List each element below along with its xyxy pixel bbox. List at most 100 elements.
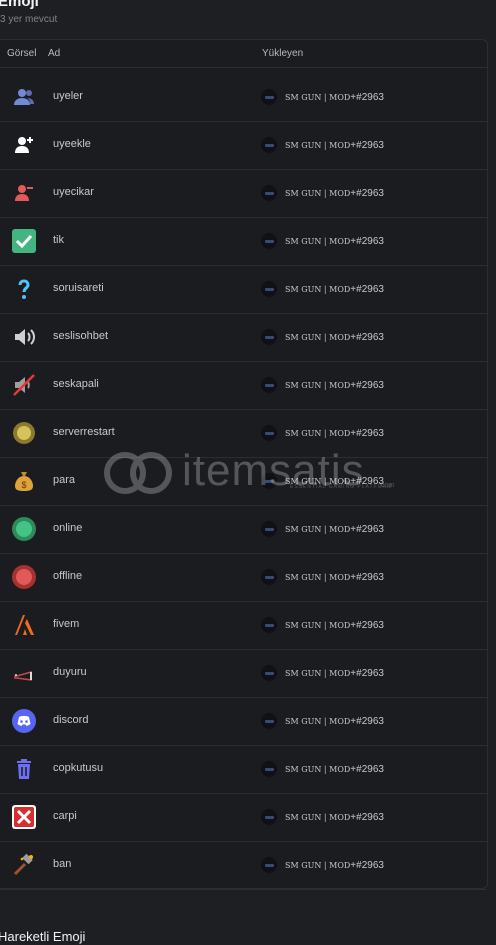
uploader[interactable]: SM GUN | MOD +#2963 — [261, 857, 384, 873]
uploader-tag: +#2963 — [350, 379, 384, 391]
emoji-name: uyeler — [53, 90, 83, 102]
fivem-icon — [12, 613, 36, 637]
table-row[interactable]: seslisohbet SM GUN | MOD +#2963 — [0, 313, 487, 362]
uploader[interactable]: SM GUN | MOD +#2963 — [261, 473, 384, 489]
avatar — [261, 281, 277, 297]
header-uploader: Yükleyen — [262, 48, 304, 59]
yellow-circle-icon — [12, 421, 36, 445]
section-title: Emoji — [0, 0, 39, 10]
table-row[interactable]: soruisareti SM GUN | MOD +#2963 — [0, 265, 487, 314]
ban-hammer-icon — [12, 853, 36, 877]
emoji-name: ban — [53, 858, 72, 870]
uploader-tag: +#2963 — [350, 523, 384, 535]
emoji-table: Görsel Ad Yükleyen uyeler SM GUN | MOD +#… — [0, 39, 488, 890]
uploader-name: SM GUN | MOD — [285, 716, 351, 726]
uploader[interactable]: SM GUN | MOD +#2963 — [261, 425, 384, 441]
uploader[interactable]: SM GUN | MOD +#2963 — [261, 377, 384, 393]
uploader-tag: +#2963 — [350, 619, 384, 631]
uploader[interactable]: SM GUN | MOD +#2963 — [261, 521, 384, 537]
table-row[interactable]: uyeler SM GUN | MOD +#2963 — [0, 73, 487, 122]
table-row[interactable]: discord SM GUN | MOD +#2963 — [0, 697, 487, 746]
uploader[interactable]: SM GUN | MOD +#2963 — [261, 713, 384, 729]
header-name: Ad — [48, 48, 61, 59]
uploader[interactable]: SM GUN | MOD +#2963 — [261, 89, 384, 105]
emoji-name: copkutusu — [53, 762, 104, 774]
user-remove-icon — [12, 181, 36, 205]
uploader[interactable]: SM GUN | MOD +#2963 — [261, 617, 384, 633]
emoji-name: seslisohbet — [53, 330, 109, 342]
table-row[interactable]: fivem SM GUN | MOD +#2963 — [0, 601, 487, 650]
table-row[interactable]: serverrestart SM GUN | MOD +#2963 — [0, 409, 487, 458]
avatar — [261, 377, 277, 393]
avatar — [261, 233, 277, 249]
red-circle-icon — [12, 565, 36, 589]
table-row[interactable]: uyecikar SM GUN | MOD +#2963 — [0, 169, 487, 218]
table-row[interactable]: tik SM GUN | MOD +#2963 — [0, 217, 487, 266]
avatar — [261, 809, 277, 825]
uploader-name: SM GUN | MOD — [285, 524, 351, 534]
uploader-tag: +#2963 — [350, 283, 384, 295]
uploader-name: SM GUN | MOD — [285, 860, 351, 870]
uploader[interactable]: SM GUN | MOD +#2963 — [261, 761, 384, 777]
uploader[interactable]: SM GUN | MOD +#2963 — [261, 137, 384, 153]
uploader-name: SM GUN | MOD — [285, 188, 351, 198]
uploader-tag: +#2963 — [350, 667, 384, 679]
avatar — [261, 713, 277, 729]
table-row[interactable]: offline SM GUN | MOD +#2963 — [0, 553, 487, 602]
emoji-name: serverrestart — [53, 426, 115, 438]
uploader-name: SM GUN | MOD — [285, 92, 351, 102]
uploader[interactable]: SM GUN | MOD +#2963 — [261, 233, 384, 249]
table-row[interactable]: uyeekle SM GUN | MOD +#2963 — [0, 121, 487, 170]
table-row[interactable]: carpi SM GUN | MOD +#2963 — [0, 793, 487, 842]
uploader-tag: +#2963 — [350, 91, 384, 103]
uploader[interactable]: SM GUN | MOD +#2963 — [261, 809, 384, 825]
avatar — [261, 89, 277, 105]
avatar — [261, 137, 277, 153]
uploader-name: SM GUN | MOD — [285, 764, 351, 774]
question-icon — [12, 277, 36, 301]
uploader-name: SM GUN | MOD — [285, 812, 351, 822]
section-subtitle: 3 yer mevcut — [0, 14, 58, 25]
money-bag-icon: $ — [12, 469, 36, 493]
emoji-name: online — [53, 522, 83, 534]
table-row[interactable]: ban SM GUN | MOD +#2963 — [0, 841, 487, 890]
user-add-icon — [12, 133, 36, 157]
table-row[interactable]: online SM GUN | MOD +#2963 — [0, 505, 487, 554]
uploader[interactable]: SM GUN | MOD +#2963 — [261, 185, 384, 201]
uploader-tag: +#2963 — [350, 811, 384, 823]
header-image: Görsel — [7, 48, 37, 59]
uploader[interactable]: SM GUN | MOD +#2963 — [261, 281, 384, 297]
speaker-icon — [12, 325, 36, 349]
svg-text:$: $ — [21, 480, 26, 490]
emoji-name: duyuru — [53, 666, 87, 678]
next-section-title: Hareketli Emoji — [0, 929, 86, 944]
avatar — [261, 761, 277, 777]
table-row[interactable]: seskapali SM GUN | MOD +#2963 — [0, 361, 487, 410]
avatar — [261, 521, 277, 537]
uploader-name: SM GUN | MOD — [285, 428, 351, 438]
uploader-tag: +#2963 — [350, 139, 384, 151]
table-row[interactable]: duyuru SM GUN | MOD +#2963 — [0, 649, 487, 698]
emoji-name: tik — [53, 234, 64, 246]
uploader-name: SM GUN | MOD — [285, 140, 351, 150]
uploader[interactable]: SM GUN | MOD +#2963 — [261, 329, 384, 345]
uploader-tag: +#2963 — [350, 427, 384, 439]
uploader[interactable]: SM GUN | MOD +#2963 — [261, 569, 384, 585]
uploader-tag: +#2963 — [350, 763, 384, 775]
avatar — [261, 617, 277, 633]
uploader-name: SM GUN | MOD — [285, 476, 351, 486]
table-row[interactable]: $ para SM GUN | MOD +#2963 — [0, 457, 487, 506]
avatar — [261, 473, 277, 489]
avatar — [261, 665, 277, 681]
avatar — [261, 569, 277, 585]
uploader-name: SM GUN | MOD — [285, 284, 351, 294]
uploader-tag: +#2963 — [350, 571, 384, 583]
table-row[interactable]: copkutusu SM GUN | MOD +#2963 — [0, 745, 487, 794]
avatar — [261, 185, 277, 201]
emoji-name: seskapali — [53, 378, 99, 390]
uploader-name: SM GUN | MOD — [285, 620, 351, 630]
avatar — [261, 425, 277, 441]
emoji-name: para — [53, 474, 76, 486]
uploader-tag: +#2963 — [350, 235, 384, 247]
uploader[interactable]: SM GUN | MOD +#2963 — [261, 665, 384, 681]
